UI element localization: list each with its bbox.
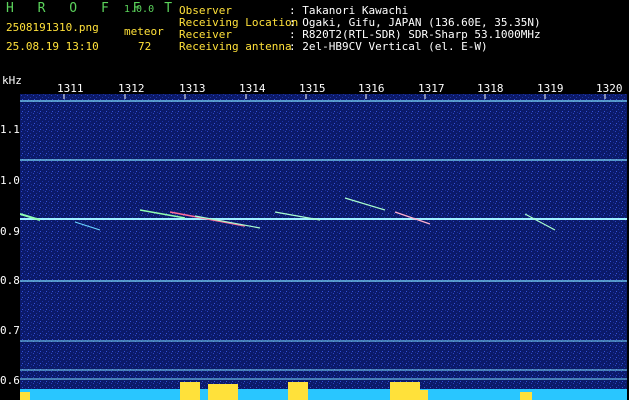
- y-tick-label: 1.1: [0, 123, 20, 136]
- datetime: 25.08.19 13:10: [6, 40, 99, 53]
- y-tick-label: 0.8: [0, 274, 20, 287]
- y-axis-unit: kHz: [2, 74, 22, 87]
- field-label-antenna: Receiving antenna: [179, 40, 292, 53]
- header-panel: H R O F F T 1.0.0 2508191310.png 25.08.1…: [0, 0, 629, 72]
- spectrogram-plot: [20, 94, 627, 400]
- app-version: 1.0.0: [124, 4, 155, 15]
- filename: 2508191310.png: [6, 21, 99, 34]
- bottom-power-bar: [20, 389, 627, 400]
- y-tick-label: 0.7: [0, 324, 20, 337]
- noise-background: [20, 94, 627, 400]
- spectrogram-canvas: [20, 94, 627, 400]
- y-tick-label: 0.6: [0, 374, 20, 387]
- meteor-count: 72: [138, 40, 152, 53]
- y-tick-label: 0.9: [0, 225, 20, 238]
- field-value-antenna: : 2el-HB9CV Vertical (el. E-W): [289, 40, 488, 53]
- y-tick-label: 1.0: [0, 174, 20, 187]
- meteor-label: meteor: [124, 25, 164, 38]
